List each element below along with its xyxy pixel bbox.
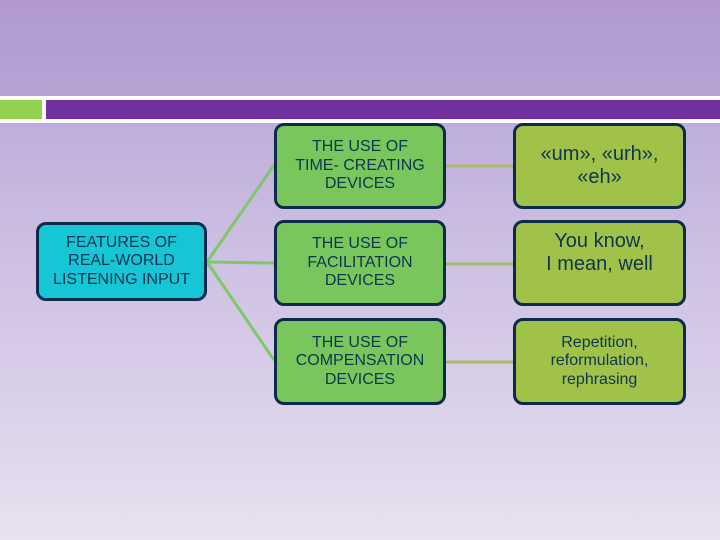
branch-node-compensation: THE USE OF COMPENSATION DEVICES bbox=[274, 318, 446, 405]
example-node-compensation: Repetition, reformulation, rephrasing bbox=[513, 318, 686, 405]
branch-node-time-creating: THE USE OF TIME- CREATING DEVICES bbox=[274, 123, 446, 209]
example-node-time-creating: «um», «urh», «eh» bbox=[513, 123, 686, 209]
root-node-label: FEATURES OF REAL-WORLD LISTENING INPUT bbox=[53, 233, 190, 288]
branch-node-facilitation: THE USE OF FACILITATION DEVICES bbox=[274, 220, 446, 306]
branch-node-label: THE USE OF FACILITATION DEVICES bbox=[307, 235, 413, 290]
example-node-label: You know, I mean, well bbox=[546, 230, 653, 275]
example-node-label: Repetition, reformulation, rephrasing bbox=[550, 333, 649, 388]
branch-node-label: THE USE OF TIME- CREATING DEVICES bbox=[295, 138, 425, 193]
example-node-facilitation: You know, I mean, well bbox=[513, 220, 686, 306]
root-node: FEATURES OF REAL-WORLD LISTENING INPUT bbox=[36, 222, 207, 301]
connector-root-to-branch-3 bbox=[205, 261, 276, 361]
branch-node-label: THE USE OF COMPENSATION DEVICES bbox=[295, 333, 425, 388]
example-node-label: «um», «urh», «eh» bbox=[540, 143, 659, 188]
connector-root-to-branch-1 bbox=[205, 164, 276, 263]
connector-root-to-branch-2 bbox=[206, 260, 275, 265]
